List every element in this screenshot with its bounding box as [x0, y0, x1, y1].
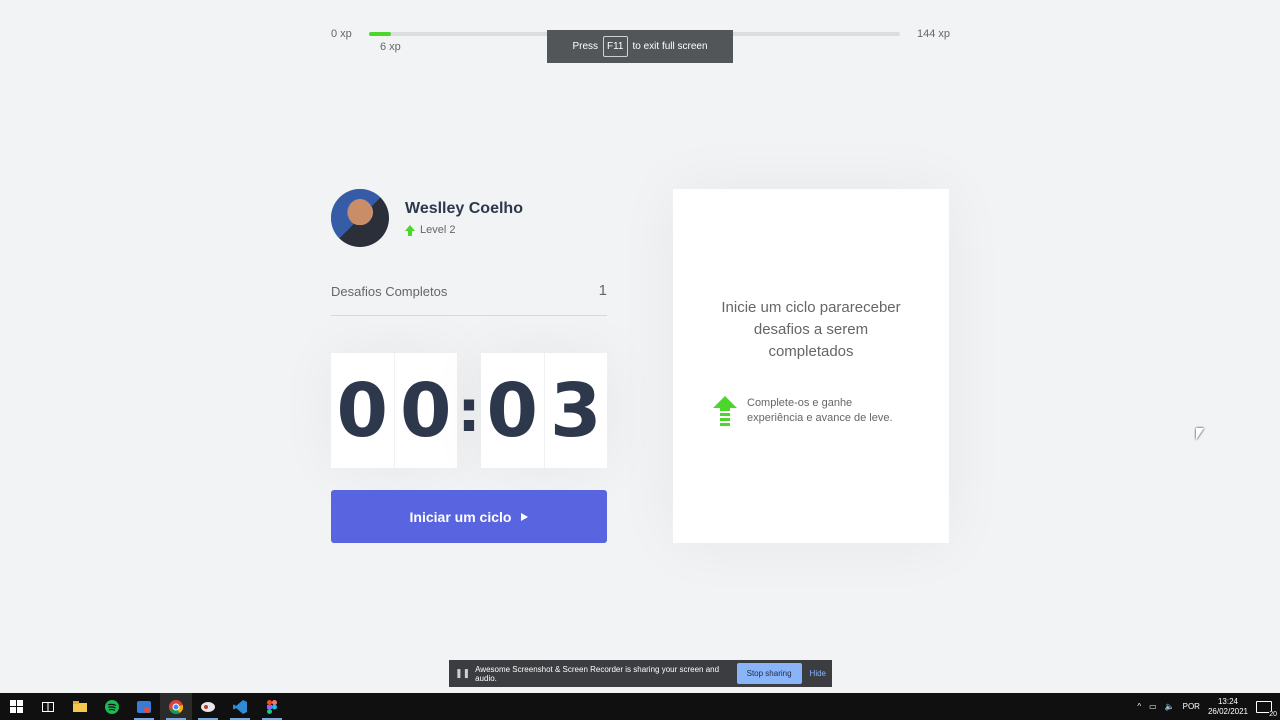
xp-max-label: 144 xp [916, 28, 950, 40]
minute-digit-2: 0 [400, 367, 452, 454]
network-icon[interactable]: ▭ [1149, 702, 1157, 711]
start-cycle-label: Iniciar um ciclo [409, 508, 512, 525]
pause-icon: ❚❚ [455, 668, 471, 678]
user-name: Weslley Coelho [405, 200, 523, 217]
profile-info: Weslley Coelho Level 2 [405, 200, 523, 236]
app-icon[interactable] [192, 693, 224, 720]
start-cycle-button[interactable]: Iniciar um ciclo [331, 490, 607, 543]
clock[interactable]: 13:24 26/02/2021 [1208, 697, 1248, 717]
notification-count: 20 [1269, 710, 1277, 718]
challenge-box: Inicie um ciclo parareceber desafios a s… [673, 189, 949, 543]
xp-min-label: 0 xp [331, 28, 352, 40]
xp-fill [369, 32, 392, 36]
figma-icon[interactable] [256, 693, 288, 720]
fullscreen-toast-suffix: to exit full screen [632, 41, 708, 52]
chrome-icon[interactable] [160, 693, 192, 720]
avatar [331, 189, 389, 247]
stop-sharing-button[interactable]: Stop sharing [736, 663, 802, 684]
minute-digit-1: 0 [331, 353, 395, 468]
second-digit-1: 0 [481, 353, 545, 468]
completed-challenges-label: Desafios Completos [331, 284, 448, 299]
level-up-icon [405, 225, 415, 236]
second-digit-2: 3 [550, 367, 602, 454]
screen-share-bar: ❚❚ Awesome Screenshot & Screen Recorder … [449, 660, 832, 687]
notification-icon[interactable]: 20 [1256, 700, 1277, 718]
language-indicator[interactable]: POR [1183, 702, 1200, 711]
file-explorer-icon[interactable] [64, 693, 96, 720]
countdown: 0 0 : 0 3 [331, 353, 607, 468]
level-row: Level 2 [405, 224, 523, 236]
mail-app-icon[interactable] [128, 693, 160, 720]
challenge-hint-text: Complete-os e ganhe experiência e avance… [747, 396, 893, 424]
countdown-minutes: 0 0 [331, 353, 457, 468]
task-view-icon[interactable] [32, 693, 64, 720]
system-tray: ^ ▭ 🔈 POR 13:24 26/02/2021 20 [1137, 697, 1280, 718]
profile: Weslley Coelho Level 2 [331, 189, 523, 247]
level-label: Level 2 [420, 224, 456, 236]
hide-link[interactable]: Hide [810, 669, 826, 678]
f11-key: F11 [603, 36, 628, 57]
volume-icon[interactable]: 🔈 [1165, 702, 1175, 711]
level-up-arrow-icon [713, 395, 737, 426]
spotify-icon[interactable] [96, 693, 128, 720]
challenge-hint: Complete-os e ganhe experiência e avance… [713, 395, 909, 426]
fullscreen-toast-prefix: Press [572, 41, 598, 52]
clock-date: 26/02/2021 [1207, 706, 1248, 716]
screen-share-message: Awesome Screenshot & Screen Recorder is … [475, 664, 720, 683]
windows-start-icon[interactable] [0, 693, 32, 720]
fullscreen-toast: Press F11 to exit full screen [547, 30, 733, 63]
mouse-cursor-icon [1196, 428, 1204, 440]
completed-challenges-count: 1 [598, 282, 607, 299]
countdown-seconds: 0 3 [481, 353, 607, 468]
completed-challenges: Desafios Completos 1 [331, 282, 607, 316]
clock-time: 13:24 [1217, 696, 1238, 706]
play-icon [521, 512, 529, 521]
windows-taskbar: ^ ▭ 🔈 POR 13:24 26/02/2021 20 [0, 693, 1280, 720]
vscode-icon[interactable] [224, 693, 256, 720]
xp-current-label: 6 xp [380, 41, 401, 53]
countdown-separator: : [457, 376, 481, 445]
chevron-up-icon[interactable]: ^ [1137, 702, 1141, 711]
challenge-box-title: Inicie um ciclo parareceber desafios a s… [721, 298, 901, 360]
